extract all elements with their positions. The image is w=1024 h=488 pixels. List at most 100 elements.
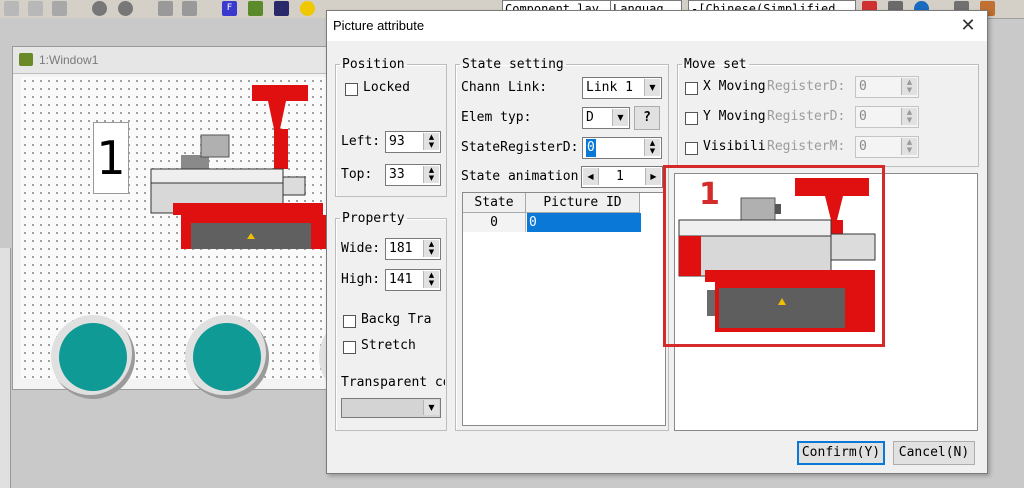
grid-icon[interactable] bbox=[274, 1, 289, 16]
paste-icon[interactable] bbox=[182, 1, 197, 16]
state-register-label: StateRegisterD: bbox=[461, 140, 579, 155]
help-button[interactable]: ? bbox=[634, 106, 660, 130]
left-ruler bbox=[0, 248, 11, 488]
stretch-label: Stretch bbox=[361, 338, 416, 353]
y-register-label: RegisterD: bbox=[767, 109, 846, 124]
y-moving-checkbox[interactable] bbox=[685, 112, 698, 125]
spinner-arrows-icon[interactable]: ▲ ▼ bbox=[423, 240, 439, 257]
high-value: 141 bbox=[389, 272, 413, 287]
confirm-button[interactable]: Confirm(Y) bbox=[797, 441, 885, 465]
move-legend: Move set bbox=[684, 57, 747, 72]
hand-move-icon[interactable] bbox=[118, 1, 133, 16]
state-animation-value: 1 bbox=[616, 169, 624, 184]
backg-label: Backg Tra bbox=[361, 312, 432, 327]
close-icon[interactable]: ✕ bbox=[957, 15, 979, 37]
top-label: Top: bbox=[341, 167, 373, 182]
locked-checkbox[interactable] bbox=[345, 83, 358, 96]
open-icon[interactable] bbox=[28, 1, 43, 16]
spinner-arrows-icon[interactable]: ▲ ▼ bbox=[901, 108, 917, 125]
visibility-register-label: RegisterM: bbox=[767, 139, 846, 154]
high-spinner[interactable]: 141 ▲ ▼ bbox=[385, 269, 441, 291]
top-value: 33 bbox=[389, 167, 405, 182]
chevron-down-icon[interactable]: ▼ bbox=[423, 400, 439, 415]
state-table[interactable]: State Picture ID 0 0 bbox=[462, 192, 666, 426]
left-label: Left: bbox=[341, 134, 381, 149]
font-icon[interactable]: F bbox=[222, 1, 237, 16]
position-legend: Position bbox=[342, 57, 405, 72]
visibility-register-value: 0 bbox=[859, 139, 867, 154]
copy-icon[interactable] bbox=[158, 1, 173, 16]
state-register-spinner[interactable]: 0 ▲ ▼ bbox=[582, 137, 662, 159]
design-grid[interactable]: 1 bbox=[21, 77, 403, 399]
spinner-arrows-icon[interactable]: ▲ ▼ bbox=[901, 78, 917, 95]
picture-id-column-header[interactable]: Picture ID bbox=[526, 193, 640, 213]
chann-link-label: Chann Link: bbox=[461, 80, 548, 95]
high-label: High: bbox=[341, 272, 381, 287]
window-title: 1:Window1 bbox=[39, 53, 99, 67]
state-animation-stepper[interactable]: ◀ 1 ▶ bbox=[581, 166, 663, 188]
stretch-checkbox[interactable] bbox=[343, 341, 356, 354]
x-register-value: 0 bbox=[859, 79, 867, 94]
window1-canvas: 1:Window1 1 bbox=[12, 46, 403, 399]
spinner-arrows-icon[interactable]: ▲ ▼ bbox=[423, 133, 439, 150]
x-moving-checkbox[interactable] bbox=[685, 82, 698, 95]
dialog-title: Picture attribute bbox=[333, 18, 425, 33]
chevron-down-icon[interactable]: ▼ bbox=[612, 109, 628, 126]
x-register-label: RegisterD: bbox=[767, 79, 846, 94]
visibility-checkbox[interactable] bbox=[685, 142, 698, 155]
transparent-label: Transparent co bbox=[341, 375, 445, 390]
x-moving-label: X Moving bbox=[703, 79, 766, 94]
chevron-right-icon[interactable]: ▶ bbox=[645, 168, 661, 185]
window-icon bbox=[19, 53, 33, 66]
y-register-spinner[interactable]: 0 ▲ ▼ bbox=[855, 106, 919, 128]
y-register-value: 0 bbox=[859, 109, 867, 124]
teal-button-2[interactable] bbox=[185, 315, 269, 399]
transparent-color-combo[interactable]: ▼ bbox=[341, 398, 441, 418]
chevron-down-icon[interactable]: ▼ bbox=[644, 79, 660, 96]
spinner-arrows-icon[interactable]: ▲ ▼ bbox=[644, 139, 660, 156]
cancel-button[interactable]: Cancel(N) bbox=[893, 441, 975, 465]
wide-spinner[interactable]: 181 ▲ ▼ bbox=[385, 238, 441, 260]
spinner-arrows-icon[interactable]: ▲ ▼ bbox=[901, 138, 917, 155]
state-legend: State setting bbox=[462, 57, 564, 72]
left-spinner[interactable]: 93 ▲ ▼ bbox=[385, 131, 441, 153]
teal-button-1[interactable] bbox=[51, 315, 135, 399]
state-animation-label: State animation bbox=[461, 169, 579, 184]
hand-icon[interactable] bbox=[92, 1, 107, 16]
picture-preview: 1 bbox=[663, 165, 978, 431]
dialog-title-bar: Picture attribute ✕ bbox=[327, 11, 987, 41]
wide-value: 181 bbox=[389, 241, 413, 256]
warning-icon[interactable] bbox=[300, 1, 315, 16]
machine-image[interactable] bbox=[119, 77, 331, 249]
wide-label: Wide: bbox=[341, 241, 381, 256]
picture-attribute-dialog: Picture attribute ✕ Position Locked Left… bbox=[326, 10, 988, 474]
annotation-number: 1 bbox=[699, 177, 720, 212]
new-icon[interactable] bbox=[4, 1, 19, 16]
state-column-header[interactable]: State bbox=[463, 193, 526, 213]
pen-icon[interactable] bbox=[248, 1, 263, 16]
chevron-left-icon[interactable]: ◀ bbox=[583, 168, 599, 185]
elem-type-combo[interactable]: D ▼ bbox=[582, 107, 630, 129]
visibility-register-spinner[interactable]: 0 ▲ ▼ bbox=[855, 136, 919, 158]
spinner-arrows-icon[interactable]: ▲ ▼ bbox=[423, 271, 439, 288]
editor-area: 1:Window1 1 bbox=[0, 18, 403, 488]
spinner-arrows-icon[interactable]: ▲ ▼ bbox=[423, 166, 439, 183]
highlight-box bbox=[663, 165, 885, 347]
elem-type-value: D bbox=[586, 110, 594, 125]
window-title-bar: 1:Window1 bbox=[13, 47, 331, 74]
picture-id-cell[interactable]: 0 bbox=[527, 213, 641, 232]
top-spinner[interactable]: 33 ▲ ▼ bbox=[385, 164, 441, 186]
chann-link-value: Link 1 bbox=[586, 80, 633, 95]
save-icon[interactable] bbox=[52, 1, 67, 16]
chann-link-combo[interactable]: Link 1 ▼ bbox=[582, 77, 662, 99]
state-register-value: 0 bbox=[586, 139, 596, 157]
elem-type-label: Elem typ: bbox=[461, 110, 532, 125]
left-value: 93 bbox=[389, 134, 405, 149]
property-legend: Property bbox=[342, 211, 405, 226]
backg-checkbox[interactable] bbox=[343, 315, 356, 328]
y-moving-label: Y Moving bbox=[703, 109, 766, 124]
state-cell[interactable]: 0 bbox=[463, 213, 526, 232]
locked-label: Locked bbox=[363, 80, 410, 95]
visibility-label: Visibili bbox=[703, 139, 766, 154]
x-register-spinner[interactable]: 0 ▲ ▼ bbox=[855, 76, 919, 98]
